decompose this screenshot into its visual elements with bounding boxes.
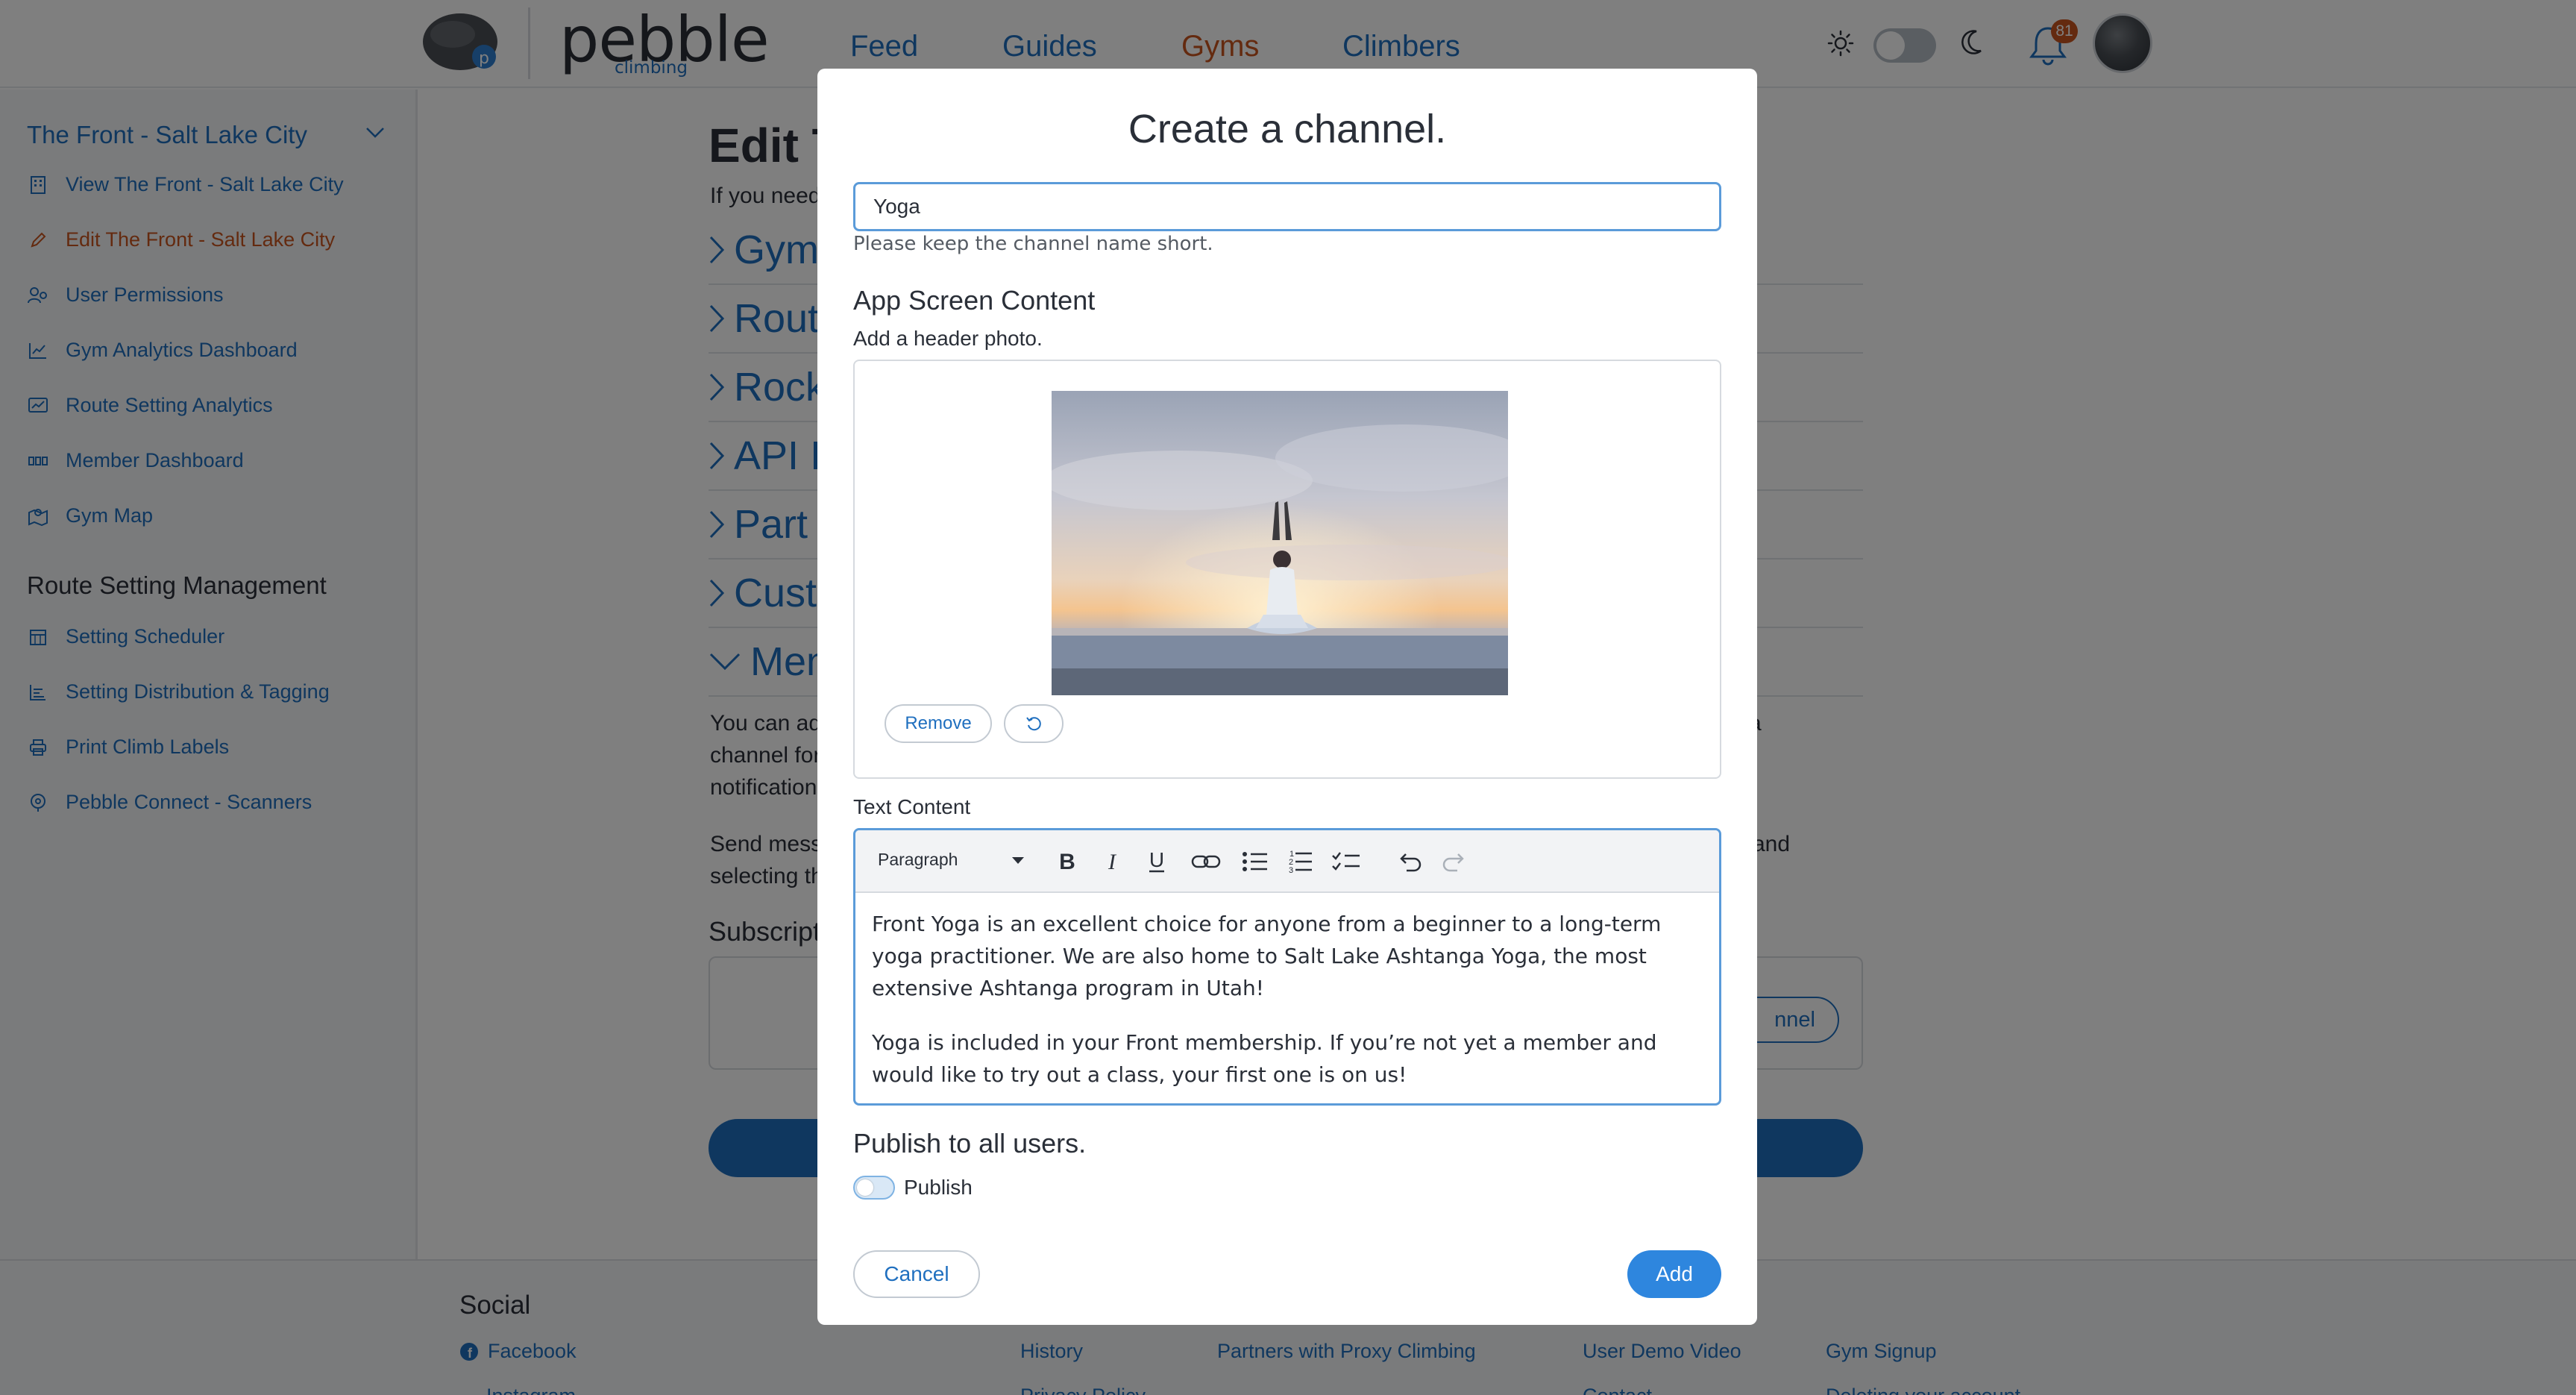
bulleted-list-icon[interactable] [1239,845,1272,878]
publish-toggle[interactable] [853,1176,895,1200]
publish-toggle-label[interactable]: Publish [904,1176,973,1200]
redo-icon[interactable] [1439,845,1471,878]
editor-toolbar: Paragraph B I U 123 [855,830,1719,893]
underline-icon[interactable]: U [1140,845,1173,878]
rich-text-editor[interactable]: Paragraph B I U 123 Front Yoga is an exc… [853,828,1721,1106]
editor-paragraph[interactable]: Yoga is included in your Front membershi… [872,1026,1706,1091]
add-button[interactable]: Add [1627,1250,1721,1298]
svg-text:U: U [1149,850,1164,871]
channel-name-help: Please keep the channel name short. [853,233,1213,255]
editor-content[interactable]: Front Yoga is an excellent choice for an… [872,908,1706,1103]
yoga-sunset-image [1052,391,1508,695]
remove-photo-button[interactable]: Remove [885,704,992,743]
bold-icon[interactable]: B [1051,845,1084,878]
text-content-label: Text Content [853,795,971,818]
editor-paragraph[interactable]: Front Yoga is an excellent choice for an… [872,908,1706,1004]
create-channel-modal: Create a channel. Please keep the channe… [817,69,1757,1325]
header-photo-dropzone[interactable]: Remove [853,360,1721,779]
caret-down-icon[interactable] [1012,857,1024,864]
svg-text:I: I [1108,851,1117,872]
checklist-icon[interactable] [1330,845,1363,878]
app-screen-heading: App Screen Content [853,285,1096,316]
reset-photo-button[interactable] [1004,704,1064,743]
svg-text:B: B [1059,851,1075,872]
rotate-icon [1026,717,1041,731]
svg-text:3: 3 [1289,866,1293,875]
link-icon[interactable] [1190,845,1222,878]
undo-icon[interactable] [1392,845,1425,878]
numbered-list-icon[interactable]: 123 [1284,845,1316,878]
header-photo-preview [1052,391,1508,695]
cancel-button[interactable]: Cancel [853,1250,980,1298]
modal-title: Create a channel. [1128,107,1447,151]
publish-heading: Publish to all users. [853,1128,1087,1159]
publish-toggle-knob [857,1179,873,1196]
header-photo-label: Add a header photo. [853,327,1043,350]
italic-icon[interactable]: I [1096,845,1128,878]
channel-name-input[interactable] [853,182,1721,231]
format-select[interactable]: Paragraph [878,850,958,870]
